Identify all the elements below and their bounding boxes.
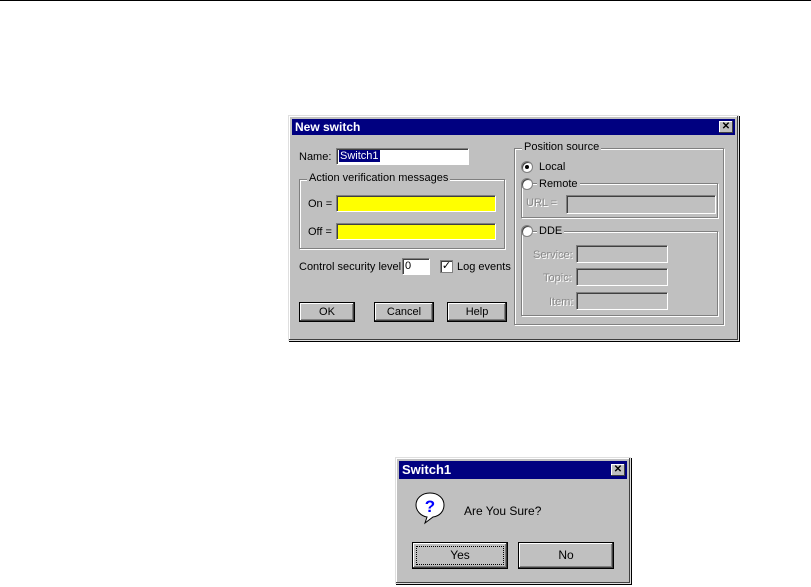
security-level-label: Control security level: [299, 261, 405, 273]
confirm-message: Are You Sure? [464, 504, 542, 518]
close-icon[interactable]: ✕ [611, 464, 625, 476]
dde-label: DDE [537, 225, 565, 237]
log-events-label: Log events [457, 261, 511, 273]
item-field[interactable] [576, 292, 668, 310]
service-label: Service: [533, 249, 573, 261]
name-value: Switch1 [339, 150, 380, 162]
local-radio[interactable] [521, 161, 533, 173]
name-field[interactable]: Switch1 [336, 148, 469, 165]
new-switch-dialog: New switch ✕ Name: Switch1 Action verifi… [288, 115, 739, 341]
security-level-field[interactable]: 0 [402, 258, 430, 275]
dde-radio[interactable] [521, 225, 533, 237]
local-label: Local [539, 161, 566, 173]
item-label: Item: [549, 296, 574, 308]
url-field[interactable] [566, 195, 716, 214]
topic-label: Topic: [543, 272, 572, 284]
page-rule [0, 0, 811, 1]
service-field[interactable] [576, 245, 668, 263]
cancel-button[interactable]: Cancel [374, 302, 434, 322]
off-message-field[interactable] [336, 223, 496, 240]
no-button[interactable]: No [518, 542, 614, 569]
off-label: Off = [308, 226, 332, 238]
name-label: Name: [299, 151, 332, 163]
remote-label: Remote [537, 178, 580, 190]
remote-radio[interactable] [521, 178, 533, 190]
confirm-title: Switch1 [402, 462, 452, 477]
position-source-label: Position source [522, 141, 602, 153]
on-message-field[interactable] [336, 195, 496, 212]
question-icon: ? [415, 492, 445, 525]
close-icon[interactable]: ✕ [719, 121, 733, 133]
topic-field[interactable] [576, 268, 668, 286]
svg-text:?: ? [425, 497, 435, 516]
ok-button[interactable]: OK [299, 302, 355, 322]
url-label: URL = [526, 197, 558, 209]
dialog-title: New switch [295, 120, 361, 134]
on-label: On = [308, 198, 333, 210]
confirm-dialog: Switch1 ✕ ? Are You Sure? Yes No [395, 457, 631, 584]
log-events-checkbox[interactable]: ✓ [440, 260, 453, 273]
help-button[interactable]: Help [447, 302, 507, 322]
yes-button[interactable]: Yes [412, 542, 508, 569]
security-level-value: 0 [405, 260, 412, 272]
dialog-titlebar[interactable]: New switch ✕ [292, 119, 735, 135]
confirm-titlebar[interactable]: Switch1 ✕ [399, 461, 627, 479]
action-verification-label: Action verification messages [307, 172, 451, 184]
